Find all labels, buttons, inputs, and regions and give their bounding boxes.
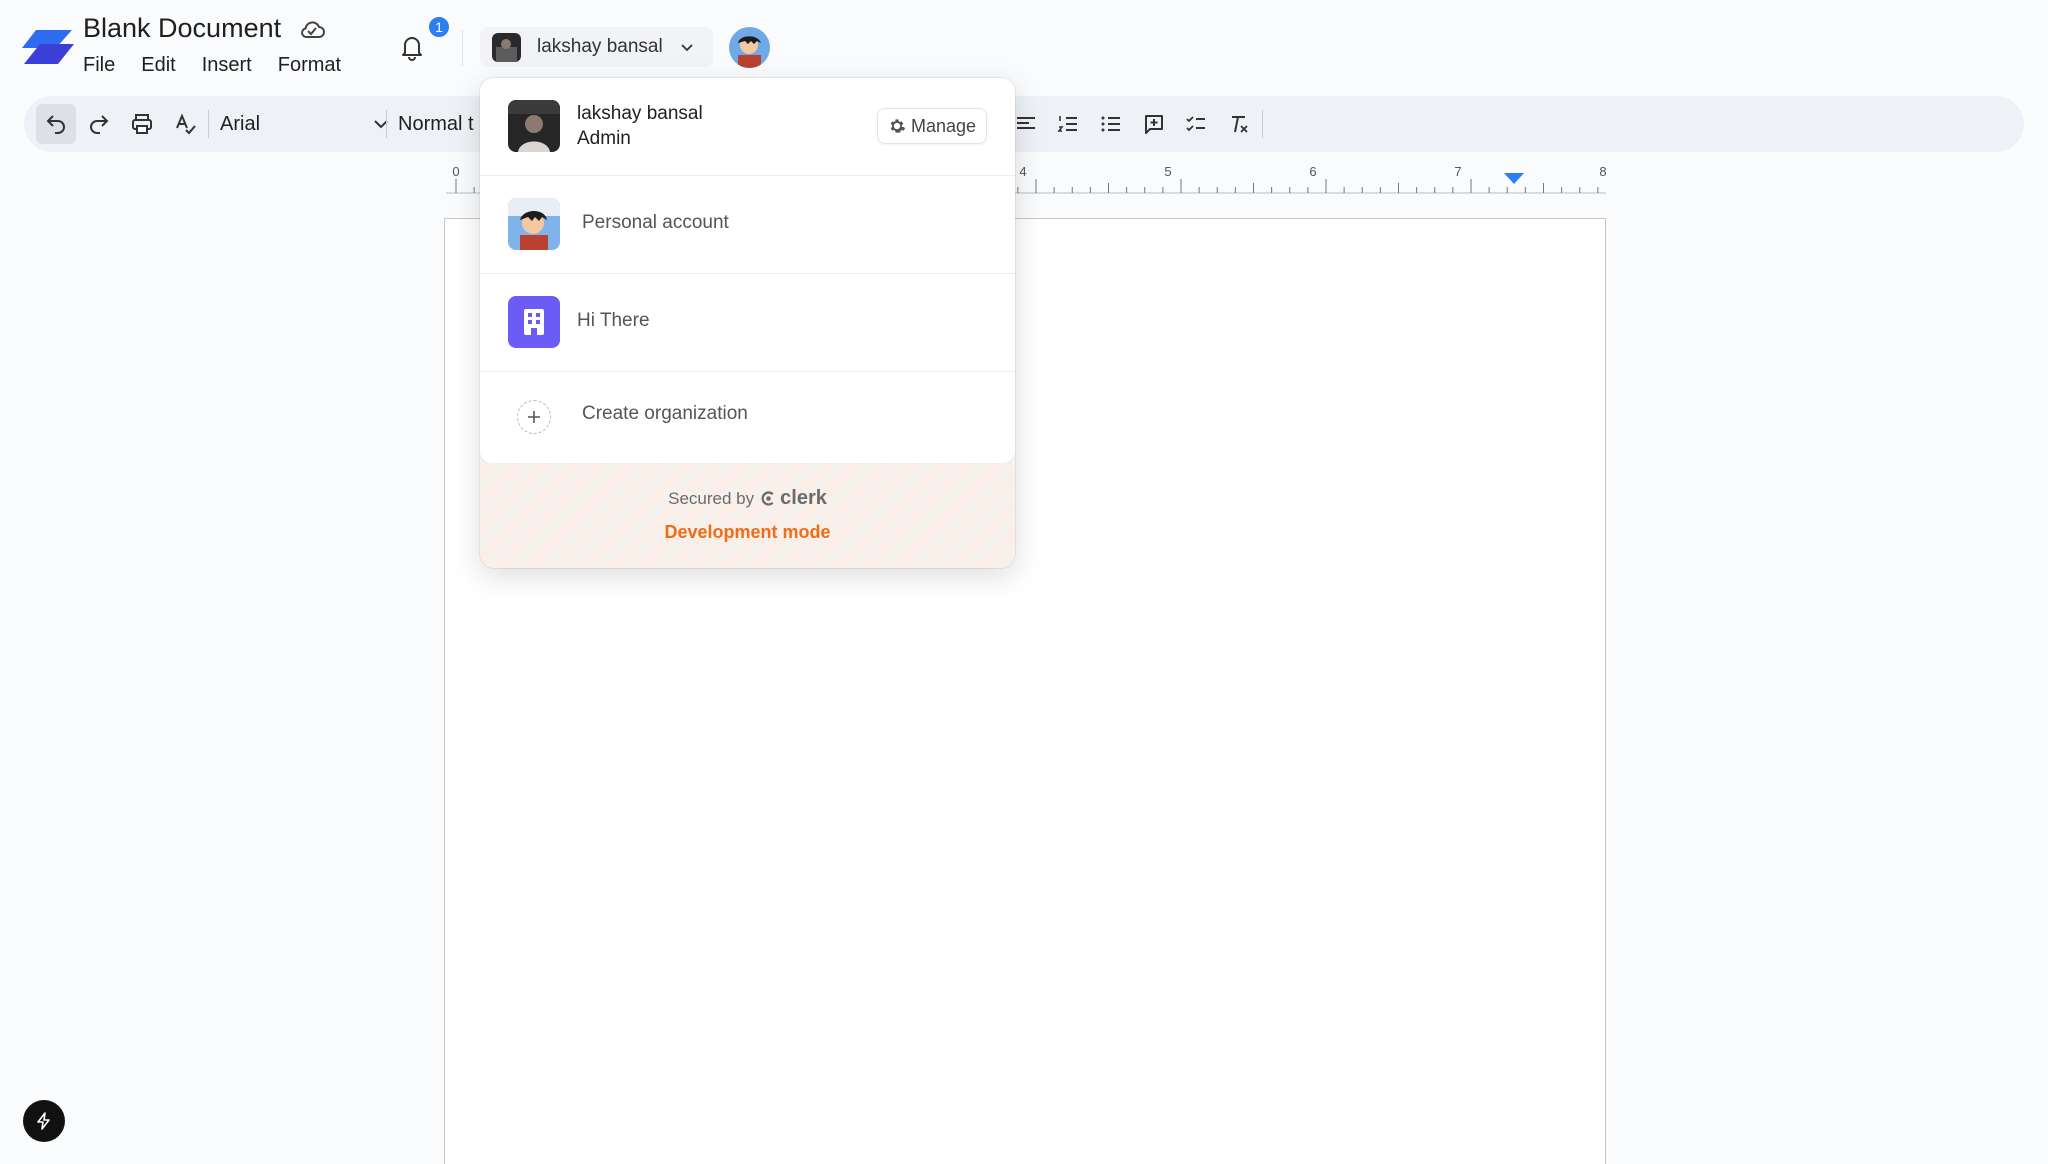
undo-icon	[46, 115, 65, 134]
header-divider	[462, 30, 463, 66]
personal-account-avatar	[508, 198, 560, 250]
lightning-icon	[37, 1112, 50, 1130]
add-comment-button[interactable]	[1134, 104, 1174, 144]
personal-account-row[interactable]: Personal account	[480, 176, 1015, 274]
numbered-list-button[interactable]	[1048, 104, 1088, 144]
organization-switcher-button[interactable]: lakshay bansal	[480, 27, 713, 67]
checklist-button[interactable]	[1176, 104, 1216, 144]
cloud-icon[interactable]	[298, 17, 326, 43]
clear-formatting-button[interactable]	[1219, 104, 1259, 144]
bullet-list-button[interactable]	[1091, 104, 1131, 144]
right-margin-marker[interactable]	[1504, 173, 1524, 184]
app-logo-icon[interactable]	[22, 26, 74, 66]
clerk-brand: clerk	[760, 487, 827, 510]
active-organization-row: lakshay bansal Admin Manage	[480, 78, 1015, 176]
menu-file[interactable]: File	[83, 54, 115, 77]
menu-insert[interactable]: Insert	[202, 54, 252, 77]
popover-footer: Secured by clerk Development mode	[480, 463, 1015, 568]
font-family-select[interactable]: Arial	[220, 106, 390, 142]
secured-by-label: Secured by	[668, 488, 755, 508]
toolbar-separator	[1262, 110, 1263, 138]
create-organization-label: Create organization	[582, 403, 748, 424]
secured-by-clerk[interactable]: Secured by clerk	[480, 487, 1015, 510]
dev-tools-button[interactable]	[23, 1100, 65, 1142]
text-style-value: Normal t	[398, 112, 474, 135]
formatting-toolbar: Arial Normal t	[24, 96, 2024, 152]
ruler-label-5: 5	[1164, 164, 1171, 179]
clerk-brand-text: clerk	[780, 487, 827, 509]
numbered-list-icon	[1057, 116, 1077, 132]
active-org-role: Admin	[577, 128, 631, 149]
organization-row-hi-there[interactable]: Hi There	[480, 274, 1015, 372]
bullet-list-icon	[1101, 116, 1120, 132]
document-title[interactable]: Blank Document	[83, 13, 281, 44]
print-icon	[132, 114, 152, 134]
org-switcher-name: lakshay bansal	[537, 36, 663, 57]
clear-formatting-icon	[1232, 116, 1248, 133]
ruler-label-8: 8	[1599, 164, 1606, 179]
chevron-down-icon	[374, 120, 388, 129]
text-style-select[interactable]: Normal t	[398, 106, 474, 142]
checklist-icon	[1186, 116, 1205, 132]
active-org-name: lakshay bansal	[577, 103, 703, 124]
spellcheck-icon	[176, 113, 196, 135]
ruler-label-7: 7	[1454, 164, 1461, 179]
active-org-avatar	[508, 100, 560, 152]
print-button[interactable]	[122, 104, 162, 144]
menu-edit[interactable]: Edit	[141, 54, 175, 77]
gear-icon	[890, 119, 906, 133]
org-avatar	[492, 32, 521, 62]
menu-bar: File Edit Insert Format	[83, 54, 367, 77]
align-left-icon	[1017, 117, 1035, 129]
spellcheck-button[interactable]	[166, 104, 206, 144]
ruler-label-4: 4	[1019, 164, 1026, 179]
notification-badge: 1	[427, 15, 451, 39]
organization-switcher-popover: lakshay bansal Admin Manage Personal acc…	[480, 78, 1015, 568]
clerk-logo-icon	[761, 491, 774, 506]
undo-button[interactable]	[36, 104, 76, 144]
personal-account-label: Personal account	[582, 212, 729, 233]
organization-name-label: Hi There	[577, 310, 650, 331]
menu-format[interactable]: Format	[278, 54, 341, 77]
ruler-label-6: 6	[1309, 164, 1316, 179]
popover-main: lakshay bansal Admin Manage Personal acc…	[480, 78, 1015, 463]
add-comment-icon	[1145, 115, 1163, 134]
organization-building-icon	[508, 296, 560, 348]
redo-button[interactable]	[79, 104, 119, 144]
bell-icon[interactable]	[398, 33, 426, 61]
manage-organization-button[interactable]: Manage	[877, 108, 987, 144]
manage-label: Manage	[910, 115, 977, 136]
create-organization-row[interactable]: Create organization	[480, 372, 1015, 463]
redo-icon	[90, 115, 109, 134]
plus-icon	[517, 400, 551, 434]
chevron-down-icon	[681, 44, 693, 52]
development-mode-label: Development mode	[664, 522, 831, 542]
toolbar-separator	[208, 110, 209, 138]
toolbar-separator	[386, 110, 387, 138]
ruler-label-0: 0	[452, 164, 459, 179]
user-avatar[interactable]	[729, 27, 770, 68]
font-family-value: Arial	[220, 112, 261, 135]
